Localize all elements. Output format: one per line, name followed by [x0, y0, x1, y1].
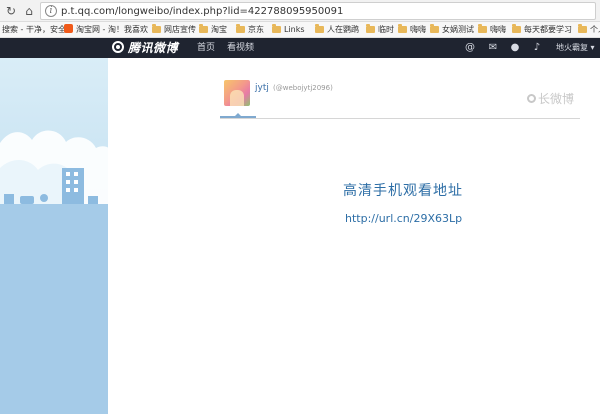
weibo-eye-icon [112, 41, 124, 53]
url-field[interactable]: i p.t.qq.com/longweibo/index.php?lid=422… [40, 2, 596, 20]
folder-icon [236, 24, 245, 33]
bookmark-label: 临时 [378, 25, 394, 34]
bookmark-label: 淘宝网 - 淘！我喜欢 [76, 25, 148, 34]
info-icon[interactable]: i [45, 5, 57, 17]
folder-icon [578, 24, 587, 33]
bookmark-folder[interactable]: 嗨嗨 [478, 23, 506, 37]
bookmark-folder[interactable]: Links [272, 23, 305, 37]
bookmark-label: 网店宣传 [164, 25, 196, 34]
post-headline: 高清手机观看地址 [343, 183, 463, 199]
long-weibo-card [108, 58, 600, 414]
bookmark-search[interactable]: 搜索 - 干净，安全 [2, 23, 66, 37]
bookmark-folder[interactable]: 人在鹦鹉 [315, 23, 359, 37]
long-weibo-logo: 长微博 [527, 92, 574, 106]
pin-icon [527, 94, 536, 103]
folder-icon [512, 24, 521, 33]
folder-icon [366, 24, 375, 33]
long-weibo-logo-text: 长微博 [538, 92, 575, 106]
bookmark-label: 京东 [248, 25, 264, 34]
bookmark-taobao[interactable]: 淘宝网 - 淘！我喜欢 [64, 23, 148, 37]
bookmark-label: 人在鹦鹉 [327, 25, 359, 34]
reload-icon[interactable]: ↻ [4, 4, 18, 18]
username[interactable]: jytj [255, 82, 269, 94]
folder-icon [199, 24, 208, 33]
bookmark-folder[interactable]: 淘宝 [199, 23, 227, 37]
bookmarks-bar: 搜索 - 干净，安全 淘宝网 - 淘！我喜欢 网店宣传 淘宝 京东 Links … [0, 22, 600, 38]
folder-icon [430, 24, 439, 33]
logo-text: 腾讯微博 [128, 41, 179, 55]
nav-video-link[interactable]: 看视频 [227, 42, 254, 54]
cityscape-illustration [0, 130, 110, 414]
bookmark-label: Links [284, 25, 305, 34]
divider-notch [234, 113, 242, 117]
nav-home-link[interactable]: 首页 [197, 42, 215, 54]
bookmark-folder[interactable]: 女娲测试 [430, 23, 474, 37]
post-link[interactable]: http://url.cn/29X63Lp [345, 212, 462, 226]
home-icon[interactable]: ⌂ [22, 4, 36, 18]
url-text: p.t.qq.com/longweibo/index.php?lid=42278… [61, 6, 344, 17]
folder-icon [398, 24, 407, 33]
bookmark-folder[interactable]: 网店宣传 [152, 23, 196, 37]
avatar[interactable] [224, 80, 250, 106]
folder-icon [152, 24, 161, 33]
user-handle: (@webojytj2096) [273, 84, 333, 92]
bookmark-label: 嗨嗨 [410, 25, 426, 34]
bookmark-label: 女娲测试 [442, 25, 474, 34]
top-navigation: 腾讯微博 首页 看视频 @ ✉ ● ♪ 地火霸复 ▾ [0, 38, 600, 58]
folder-icon [478, 24, 487, 33]
divider [220, 118, 580, 119]
mail-icon[interactable]: ✉ [487, 42, 499, 54]
folder-icon [315, 24, 324, 33]
mention-icon[interactable]: @ [464, 42, 476, 54]
bookmark-folder[interactable]: 京东 [236, 23, 264, 37]
bookmark-label: 每天都要学习 [524, 25, 572, 34]
bookmark-label: 淘宝 [211, 25, 227, 34]
bookmark-folder[interactable]: 每天都要学习 [512, 23, 572, 37]
browser-address-bar: ↻ ⌂ i p.t.qq.com/longweibo/index.php?lid… [0, 0, 600, 22]
folder-icon [272, 24, 281, 33]
bookmark-label: 嗨嗨 [490, 25, 506, 34]
bookmark-folder[interactable]: 临时 [366, 23, 394, 37]
tencent-weibo-logo[interactable]: 腾讯微博 [112, 40, 178, 56]
bookmark-folder[interactable]: 个人 [578, 23, 600, 37]
taobao-icon [64, 24, 73, 33]
user-icon[interactable]: ● [509, 42, 521, 54]
bookmark-folder[interactable]: 嗨嗨 [398, 23, 426, 37]
speaker-icon[interactable]: ♪ [531, 42, 543, 54]
user-menu[interactable]: 地火霸复 ▾ [556, 42, 595, 54]
bookmark-label: 个人 [590, 25, 600, 34]
